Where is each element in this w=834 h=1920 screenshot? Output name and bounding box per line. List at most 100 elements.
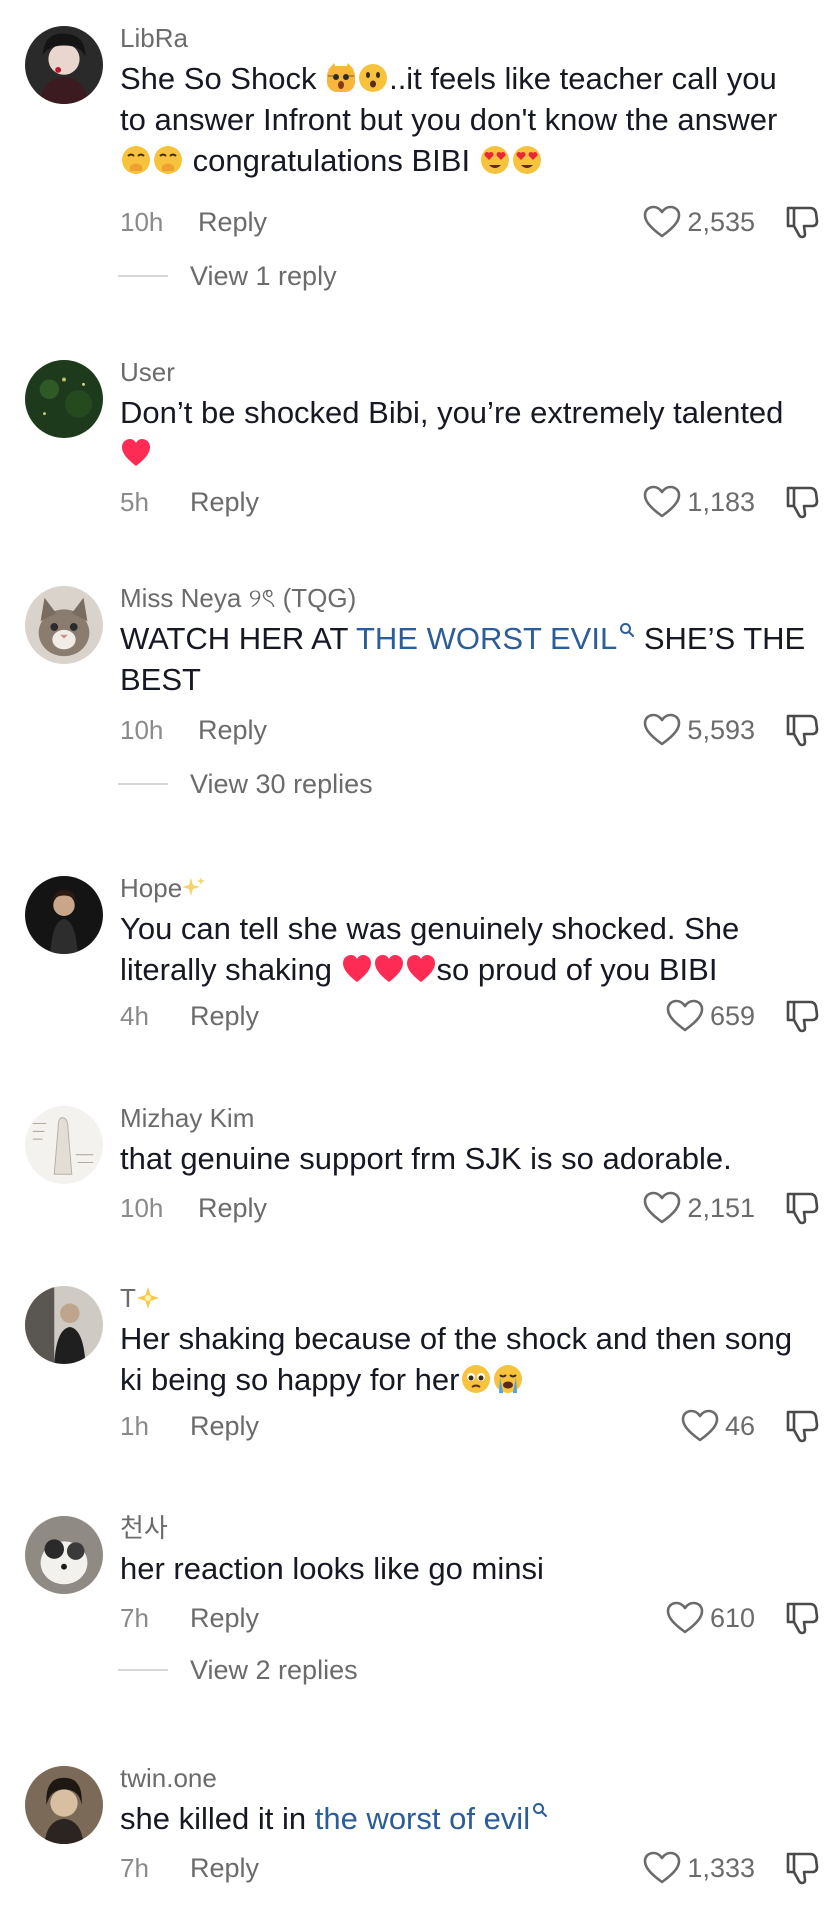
dislike-button[interactable] bbox=[782, 1190, 820, 1226]
reply-button[interactable]: Reply bbox=[198, 712, 267, 748]
view-replies-button[interactable]: View 2 replies bbox=[118, 1652, 358, 1688]
comment-username[interactable]: LibRa bbox=[120, 22, 188, 54]
view-replies-button[interactable]: View 1 reply bbox=[118, 258, 337, 294]
like-button[interactable]: 610 bbox=[666, 1600, 755, 1636]
dislike-button[interactable] bbox=[782, 1408, 820, 1444]
like-count: 46 bbox=[724, 1411, 755, 1441]
comment-username[interactable]: T bbox=[120, 1282, 160, 1314]
pleading-face-emoji-icon bbox=[460, 1363, 492, 1395]
like-count: 610 bbox=[709, 1603, 755, 1633]
avatar[interactable] bbox=[25, 360, 103, 438]
avatar[interactable] bbox=[25, 1766, 103, 1844]
comment-time: 7h bbox=[120, 1853, 149, 1883]
heart-outline-icon bbox=[643, 1851, 681, 1885]
dislike-button[interactable] bbox=[782, 712, 820, 748]
dislike-button[interactable] bbox=[782, 1850, 820, 1886]
comment-text: Her shaking because of the shock and the… bbox=[120, 1321, 793, 1397]
thumbs-down-icon bbox=[786, 714, 819, 747]
comment-actions: 10h Reply 5,593 bbox=[120, 712, 819, 748]
comment-hope: Hope You can tell she was genuinely shoc… bbox=[0, 872, 834, 1034]
dislike-button[interactable] bbox=[782, 998, 820, 1034]
comment-text: that genuine support frm SJK is so adora… bbox=[120, 1141, 732, 1176]
heart-eyes-emoji-icon bbox=[511, 144, 543, 176]
avatar[interactable] bbox=[25, 876, 103, 954]
pink-heart-emoji-icon bbox=[341, 953, 373, 985]
thumbs-down-icon bbox=[786, 1000, 819, 1033]
search-icon[interactable] bbox=[532, 1802, 548, 1818]
heart-outline-icon bbox=[666, 999, 704, 1033]
heart-outline-icon bbox=[643, 1191, 681, 1225]
pink-heart-emoji-icon bbox=[120, 437, 152, 469]
thumbs-down-icon bbox=[786, 486, 819, 519]
like-button[interactable]: 1,183 bbox=[643, 484, 755, 520]
reply-button[interactable]: Reply bbox=[190, 1600, 259, 1636]
dislike-button[interactable] bbox=[782, 1600, 820, 1636]
comment-actions: 1h Reply 46 bbox=[120, 1408, 819, 1444]
hand-over-mouth-emoji-icon bbox=[152, 144, 184, 176]
like-button[interactable]: 46 bbox=[681, 1408, 755, 1444]
comment-text: WATCH HER AT THE WORST EVIL SHE’S THE BE… bbox=[120, 621, 806, 697]
comment-time: 1h bbox=[120, 1411, 149, 1441]
avatar[interactable] bbox=[25, 586, 103, 664]
comment-t: T Her shaking because of the shock and t… bbox=[0, 1282, 834, 1444]
comment-twin-one: twin.one she killed it in the worst of e… bbox=[0, 1762, 834, 1902]
comment-actions: 10h Reply 2,535 bbox=[120, 204, 819, 240]
comment-angel: 천사 her reaction looks like go minsi 7h R… bbox=[0, 1512, 834, 1702]
comment-time: 7h bbox=[120, 1603, 149, 1633]
comment-time: 5h bbox=[120, 487, 149, 517]
heart-outline-icon bbox=[681, 1409, 719, 1443]
thumbs-down-icon bbox=[786, 1602, 819, 1635]
search-icon[interactable] bbox=[619, 622, 635, 638]
reply-button[interactable]: Reply bbox=[190, 1408, 259, 1444]
dislike-button[interactable] bbox=[782, 484, 820, 520]
comment-time: 10h bbox=[120, 1193, 164, 1223]
view-replies-button[interactable]: View 30 replies bbox=[118, 766, 373, 802]
reply-button[interactable]: Reply bbox=[190, 484, 259, 520]
like-count: 1,183 bbox=[687, 487, 755, 517]
pink-heart-emoji-icon bbox=[405, 953, 437, 985]
search-link[interactable]: THE WORST EVIL bbox=[356, 621, 617, 656]
reply-button[interactable]: Reply bbox=[190, 998, 259, 1034]
avatar[interactable] bbox=[25, 1106, 103, 1184]
comment-actions: 7h Reply 1,333 bbox=[120, 1850, 819, 1886]
avatar[interactable] bbox=[25, 26, 103, 104]
comment-username[interactable]: User bbox=[120, 356, 175, 388]
hand-over-mouth-emoji-icon bbox=[120, 144, 152, 176]
heart-eyes-emoji-icon bbox=[479, 144, 511, 176]
like-count: 659 bbox=[709, 1001, 755, 1031]
heart-outline-icon bbox=[643, 205, 681, 239]
divider bbox=[118, 783, 168, 785]
avatar[interactable] bbox=[25, 1516, 103, 1594]
comment-actions: 7h Reply 610 bbox=[120, 1600, 819, 1636]
comment-username[interactable]: twin.one bbox=[120, 1762, 217, 1794]
divider bbox=[118, 1669, 168, 1671]
crying-face-emoji-icon bbox=[492, 1363, 524, 1395]
like-button[interactable]: 5,593 bbox=[643, 712, 755, 748]
like-button[interactable]: 659 bbox=[666, 998, 755, 1034]
reply-button[interactable]: Reply bbox=[198, 1190, 267, 1226]
heart-outline-icon bbox=[643, 485, 681, 519]
comment-username[interactable]: Miss Neya ୨ৎ (TQG) bbox=[120, 582, 356, 614]
comment-text: You can tell she was genuinely shocked. … bbox=[120, 911, 740, 987]
like-button[interactable]: 2,151 bbox=[643, 1190, 755, 1226]
pink-heart-emoji-icon bbox=[373, 953, 405, 985]
sparkles-icon bbox=[182, 876, 206, 900]
avatar[interactable] bbox=[25, 1286, 103, 1364]
comment-username[interactable]: Hope bbox=[120, 872, 206, 904]
comment-username[interactable]: Mizhay Kim bbox=[120, 1102, 254, 1134]
search-link[interactable]: the worst of evil bbox=[315, 1801, 530, 1836]
like-count: 2,535 bbox=[687, 207, 755, 237]
reply-button[interactable]: Reply bbox=[198, 204, 267, 240]
like-button[interactable]: 2,535 bbox=[643, 204, 755, 240]
thumbs-down-icon bbox=[786, 1410, 819, 1443]
like-button[interactable]: 1,333 bbox=[643, 1850, 755, 1886]
dislike-button[interactable] bbox=[782, 204, 820, 240]
reply-button[interactable]: Reply bbox=[190, 1850, 259, 1886]
comment-username[interactable]: 천사 bbox=[120, 1512, 168, 1544]
thumbs-down-icon bbox=[786, 1852, 819, 1885]
comments-feed: LibRa She So Shock ..it feels like teach… bbox=[0, 0, 834, 1920]
comment-user: User Don’t be shocked Bibi, you’re extre… bbox=[0, 356, 834, 519]
heart-outline-icon bbox=[643, 713, 681, 747]
shocked-cat-emoji-icon bbox=[325, 62, 357, 94]
comment-time: 10h bbox=[120, 715, 164, 745]
